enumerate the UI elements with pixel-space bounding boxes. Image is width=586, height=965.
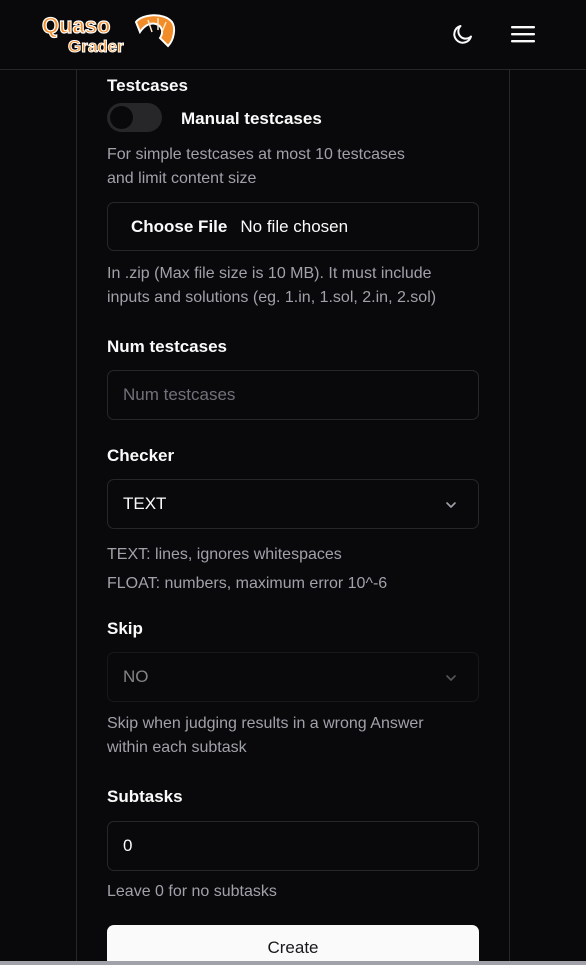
chevron-down-icon bbox=[446, 502, 456, 508]
subtasks-value: 0 bbox=[123, 836, 133, 855]
testcases-help-line: and limit content size bbox=[107, 170, 257, 187]
testcases-help-line: For simple testcases at most 10 testcase… bbox=[107, 146, 405, 163]
logo-wordmark-line2: Grader bbox=[68, 37, 124, 56]
checker-label: Checker bbox=[107, 446, 175, 465]
file-help-line: In .zip (Max file size is 10 MB). It mus… bbox=[107, 265, 432, 282]
skip-help-line: Skip when judging results in a wrong Ans… bbox=[107, 715, 424, 732]
num-testcases-label: Num testcases bbox=[107, 337, 228, 356]
file-help: In .zip (Max file size is 10 MB). It mus… bbox=[107, 262, 436, 310]
manual-testcases-label: Manual testcases bbox=[181, 109, 322, 128]
file-status: No file chosen bbox=[240, 216, 349, 236]
toggle-knob bbox=[110, 106, 133, 129]
testcases-file-input[interactable]: Choose File No file chosen bbox=[107, 202, 479, 251]
quaso-grader-logo[interactable]: Quaso Grader bbox=[40, 8, 180, 58]
create-button[interactable]: Create bbox=[107, 925, 479, 965]
skip-selected-value: NO bbox=[123, 667, 149, 686]
skip-help-line: within each subtask bbox=[107, 739, 247, 756]
subtasks-help: Leave 0 for no subtasks bbox=[107, 883, 277, 900]
croissant-icon bbox=[134, 14, 176, 48]
subtasks-input[interactable]: 0 bbox=[107, 821, 479, 871]
manual-testcases-toggle[interactable] bbox=[107, 103, 162, 132]
checker-help-line: TEXT: lines, ignores whitespaces bbox=[107, 546, 342, 563]
checker-help-line: FLOAT: numbers, maximum error 10^-6 bbox=[107, 575, 388, 592]
testcases-help: For simple testcases at most 10 testcase… bbox=[107, 143, 405, 191]
menu-button[interactable] bbox=[508, 19, 538, 49]
chevron-down-icon bbox=[446, 675, 456, 681]
skip-select[interactable]: NO bbox=[107, 652, 479, 702]
choose-file-button[interactable]: Choose File bbox=[131, 217, 227, 237]
file-help-line: inputs and solutions (eg. 1.in, 1.sol, 2… bbox=[107, 289, 437, 306]
skip-label: Skip bbox=[107, 619, 143, 638]
skip-help: Skip when judging results in a wrong Ans… bbox=[107, 712, 424, 760]
moon-icon bbox=[453, 25, 472, 44]
checker-select[interactable]: TEXT bbox=[107, 479, 479, 529]
navbar: Quaso Grader bbox=[0, 0, 586, 70]
checker-help: TEXT: lines, ignores whitespaces FLOAT: … bbox=[107, 540, 387, 598]
horizontal-scrollbar[interactable] bbox=[0, 961, 586, 965]
testcases-label: Testcases bbox=[107, 76, 188, 95]
subtasks-label: Subtasks bbox=[107, 787, 183, 806]
hamburger-menu-icon bbox=[511, 26, 535, 43]
logo-wordmark-line1: Quaso bbox=[42, 13, 110, 38]
checker-selected-value: TEXT bbox=[123, 494, 167, 513]
theme-toggle-button[interactable] bbox=[448, 19, 478, 49]
num-testcases-input[interactable] bbox=[107, 370, 479, 420]
